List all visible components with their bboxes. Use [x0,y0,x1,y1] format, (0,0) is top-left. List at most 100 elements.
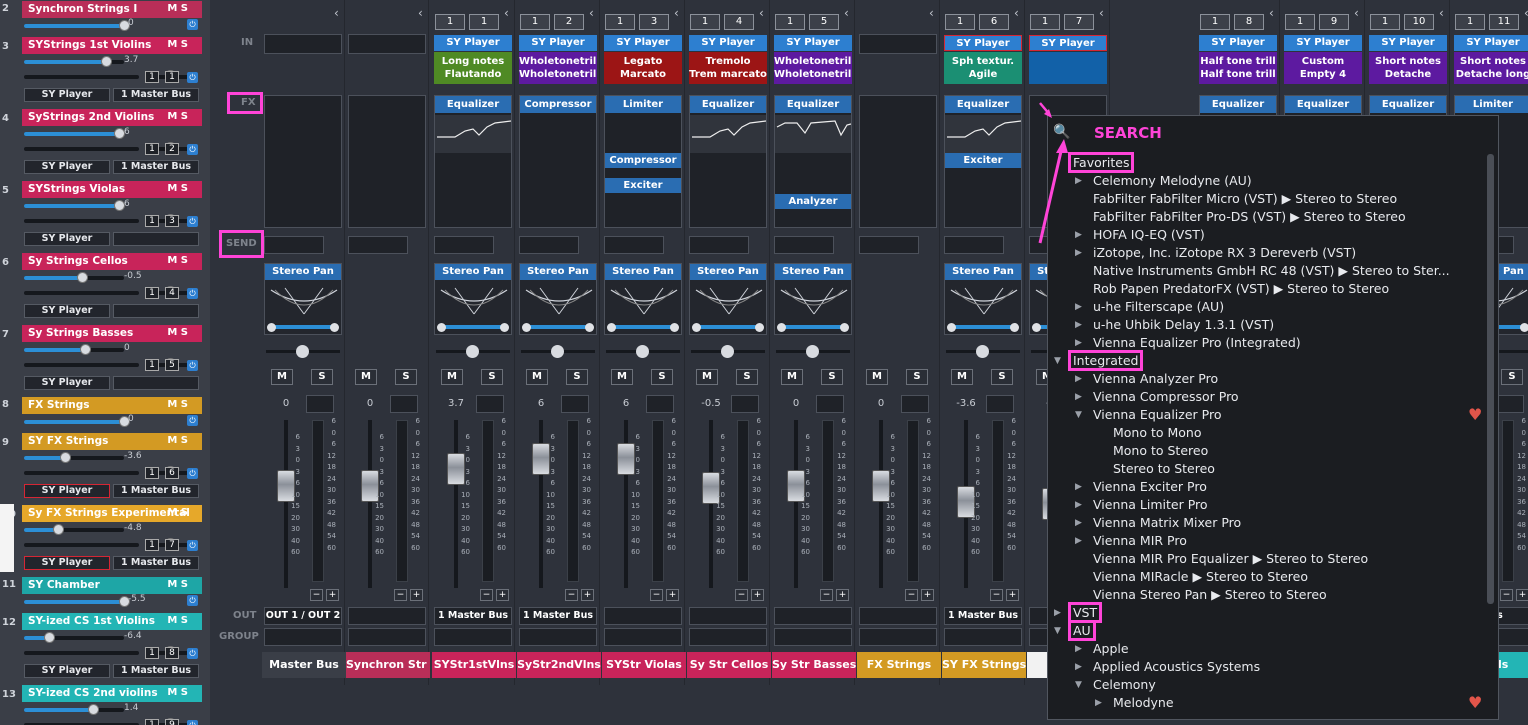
pan-width-bar[interactable] [949,325,1017,329]
tree-toggle-icon[interactable]: ▶ [1075,644,1082,654]
channel-number-a[interactable]: 1 [775,14,805,30]
track-name-header[interactable]: SYStrings Violas M S [22,181,202,198]
channel-box-b[interactable]: 2 [165,143,179,155]
channel-number-b[interactable]: 6 [979,14,1009,30]
pan-left-knob[interactable] [607,323,616,332]
mute-button[interactable]: M [526,369,548,385]
power-icon[interactable]: ⏻ [187,360,198,371]
channel-name[interactable]: SYStr Violas [602,652,686,678]
channel-box-a[interactable]: 1 [145,143,159,155]
group-selector[interactable] [434,628,512,646]
fx-insert-analyzer[interactable]: Analyzer [775,194,851,209]
patch-label[interactable]: Wholetonetrill Wholetonetrill [774,52,852,84]
channel-box-a[interactable]: 1 [145,467,159,479]
pan-right-knob[interactable] [755,323,764,332]
mute-solo-buttons[interactable]: M S [167,435,188,446]
mute-button[interactable]: M [781,369,803,385]
width-slider[interactable] [606,345,680,358]
stereo-pan-panel[interactable]: Stereo Pan [434,263,512,335]
plugin-list-item[interactable]: Apple [1093,641,1129,656]
mute-button[interactable]: M [271,369,293,385]
minus-button[interactable]: − [1500,589,1513,601]
pan-slider[interactable] [24,291,139,295]
instrument-slot[interactable]: SY Player [1199,35,1277,51]
channel-number-b[interactable]: 11 [1489,14,1519,30]
volume-knob[interactable] [44,632,56,643]
patch-label[interactable]: Custom Empty 4 [1284,52,1362,84]
mute-button[interactable]: M [611,369,633,385]
channel-name[interactable]: Sy Str Cellos [687,652,771,678]
send-slot[interactable] [859,236,919,254]
channel-name[interactable]: SYStr1stVlns [432,652,516,678]
send-slot[interactable] [689,236,749,254]
stereo-pan-panel[interactable]: Stereo Pan [604,263,682,335]
favorite-heart-icon[interactable]: ♥ [1468,693,1482,712]
fx-insert-limiter[interactable]: Limiter [1455,96,1528,113]
track-name-header[interactable]: Sy Strings Basses M S [22,325,202,342]
fx-insert-compressor[interactable]: Compressor [520,96,596,113]
fx-insert-area[interactable]: Equalizer [434,95,512,228]
channel-number-b[interactable]: 2 [554,14,584,30]
instrument-button[interactable]: SY Player [24,484,110,498]
channel-box-a[interactable]: 1 [145,719,159,725]
width-knob[interactable] [806,345,819,358]
channel-box-a[interactable]: 1 [145,215,159,227]
plugin-list-item[interactable]: u-he Filterscape (AU) [1093,299,1224,314]
stereo-pan-panel[interactable]: Stereo Pan [774,263,852,335]
send-slot[interactable] [348,236,408,254]
power-icon[interactable]: ⏻ [187,72,198,83]
minus-button[interactable]: − [394,589,407,601]
plugin-list-item[interactable]: Vienna Analyzer Pro [1093,371,1218,386]
mute-solo-buttons[interactable]: M S [167,399,188,410]
plus-button[interactable]: + [496,589,509,601]
pan-slider[interactable] [24,471,139,475]
track-name-header[interactable]: Synchron Strings IM S [22,1,202,18]
plugin-list-item[interactable]: Vienna MIRacle ▶ Stereo to Stereo [1093,569,1308,584]
channel-collapse-icon[interactable]: ‹ [759,6,764,20]
instrument-slot[interactable]: SY Player [689,35,767,51]
minus-button[interactable]: − [820,589,833,601]
plugin-list-item[interactable]: Vienna Compressor Pro [1093,389,1239,404]
width-slider[interactable] [436,345,510,358]
output-bus-button[interactable] [113,304,199,318]
width-knob[interactable] [296,345,309,358]
plugin-list-item[interactable]: Mono to Stereo [1113,443,1208,458]
instrument-button[interactable]: SY Player [24,664,110,678]
tree-toggle-icon[interactable]: ▼ [1054,356,1061,366]
plugin-list-item[interactable]: Vienna Limiter Pro [1093,497,1208,512]
volume-slider[interactable] [24,128,125,139]
minus-button[interactable]: − [310,589,323,601]
mute-button[interactable]: M [866,369,888,385]
channel-number-b[interactable]: 4 [724,14,754,30]
volume-slider[interactable] [24,632,124,643]
plugin-list-item[interactable]: Celemony [1093,677,1156,692]
pan-width-bar[interactable] [779,325,847,329]
plus-button[interactable]: + [836,589,849,601]
send-slot[interactable] [519,236,579,254]
plus-button[interactable]: + [1006,589,1019,601]
output-bus-button[interactable]: 1 Master Bus [113,88,199,102]
channel-box-b[interactable]: 8 [165,647,179,659]
mute-solo-buttons[interactable]: M S [167,327,188,338]
channel-collapse-icon[interactable]: ‹ [418,6,423,20]
output-bus-button[interactable]: 1 Master Bus [113,556,199,570]
channel-name[interactable]: FX Strings [857,652,941,678]
mute-solo-buttons[interactable]: M S [167,579,188,590]
output-bus-button[interactable] [113,232,199,246]
plus-button[interactable]: + [666,589,679,601]
minus-button[interactable]: − [480,589,493,601]
mute-solo-buttons[interactable]: M S [167,687,188,698]
solo-button[interactable]: S [481,369,503,385]
track-name-header[interactable]: Sy Strings Cellos M S [22,253,202,270]
instrument-slot[interactable]: SY Player [1454,35,1528,51]
plugin-list-item[interactable]: Vienna Exciter Pro [1093,479,1207,494]
plus-button[interactable]: + [751,589,764,601]
channel-name[interactable]: SyStr2ndVlns [517,652,601,678]
channel-collapse-icon[interactable]: ‹ [589,6,594,20]
width-knob[interactable] [551,345,564,358]
pan-right-knob[interactable] [585,323,594,332]
output-bus-button[interactable]: 1 Master Bus [113,484,199,498]
channel-number-a[interactable]: 1 [1200,14,1230,30]
fx-insert-equalizer[interactable]: Equalizer [1370,96,1446,113]
power-icon[interactable]: ⏻ [187,648,198,659]
